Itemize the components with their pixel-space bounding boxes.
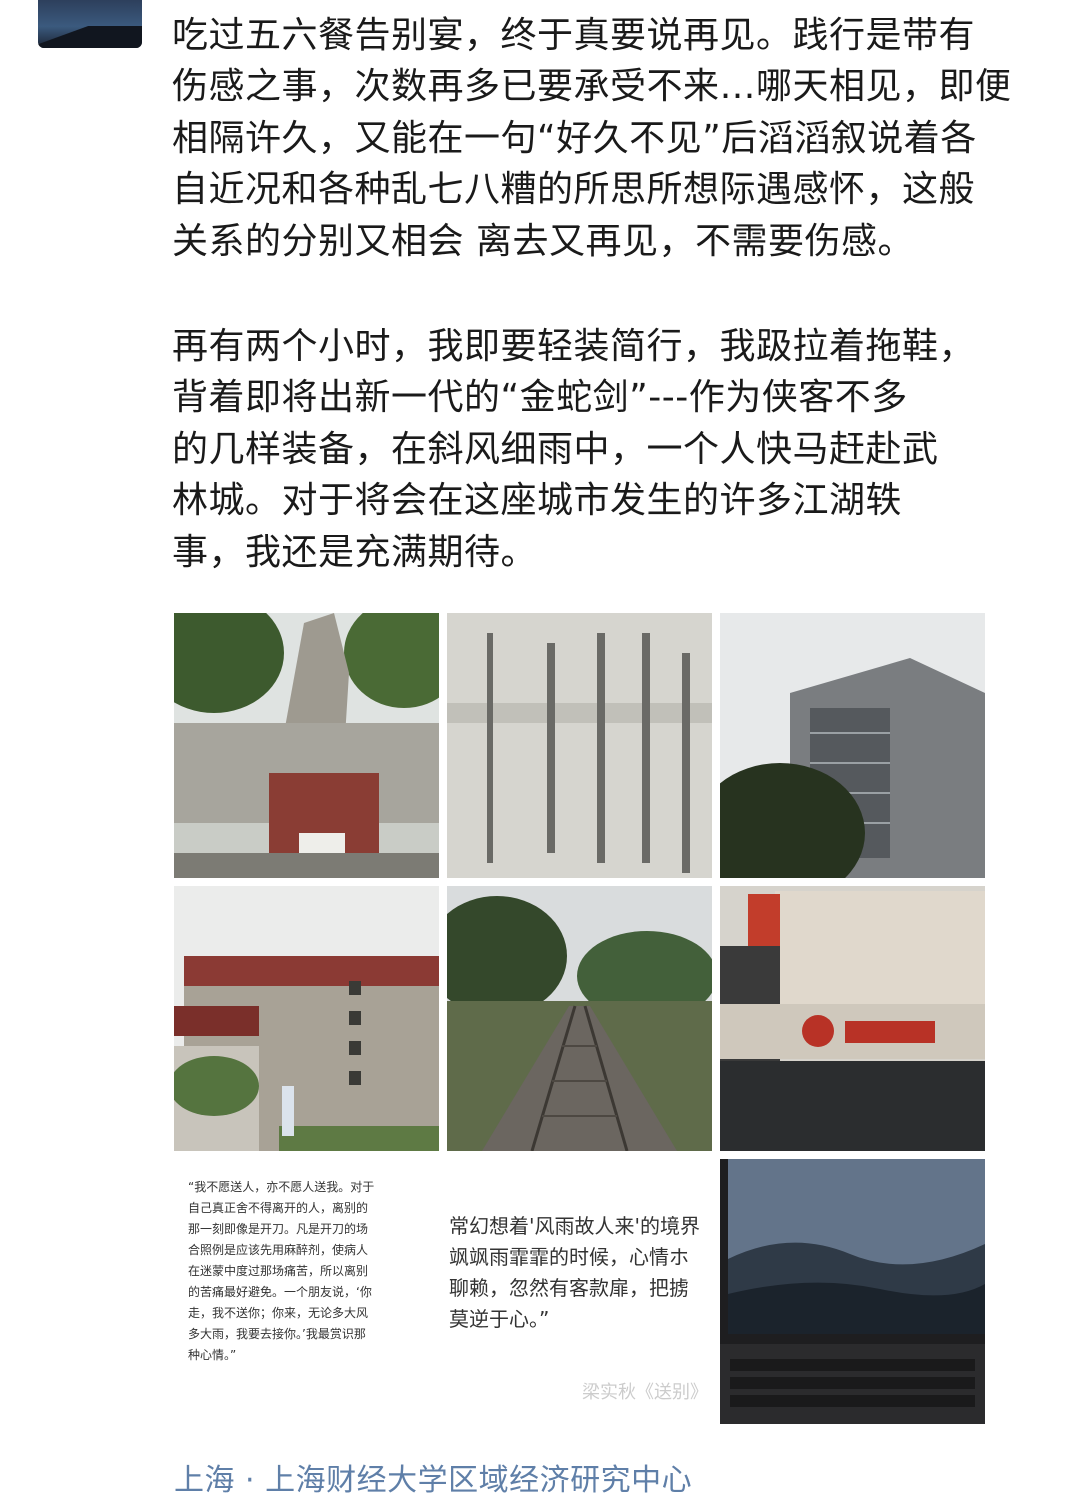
photo-building[interactable] xyxy=(720,613,985,878)
post-paragraph-1: 吃过五六餐告别宴，终于真要说再见。践行是带有 伤感之事，次数再多已要承受不来…哪… xyxy=(172,15,1012,262)
photo-inscription[interactable] xyxy=(447,613,712,878)
university-gate-image xyxy=(174,886,439,1151)
location-link[interactable]: 上海 · 上海财经大学区域经济研究中心 xyxy=(174,1455,692,1499)
photo-quote-1[interactable]: “我不愿送人，亦不愿人送我。对于 自己真正舍不得离开的人，离别的 那一刻即像是开… xyxy=(174,1159,439,1424)
photo-laptop[interactable] xyxy=(720,1159,985,1424)
post-text: 吃过五六餐告别宴，终于真要说再见。践行是带有 伤感之事，次数再多已要承受不来…哪… xyxy=(172,10,1052,578)
photo-grid: “我不愿送人，亦不愿人送我。对于 自己真正舍不得离开的人，离别的 那一刻即像是开… xyxy=(174,613,985,1424)
building-image xyxy=(720,613,985,878)
quote-2-text: 常幻想着'风雨故人来'的境界 飒飒雨霏霏的时候，心情ホ 聊赖，忽然有客款扉，把掳… xyxy=(449,1214,700,1331)
photo-street-shop[interactable] xyxy=(720,886,985,1151)
photo-monument[interactable] xyxy=(174,613,439,878)
laptop-image xyxy=(720,1159,985,1424)
photo-railway[interactable] xyxy=(447,886,712,1151)
street-shop-image xyxy=(720,886,985,1151)
quote-2-watermark: 梁实秋《送别》 xyxy=(582,1382,708,1403)
monument-image xyxy=(174,613,439,878)
avatar[interactable] xyxy=(38,0,142,48)
photo-quote-2[interactable]: 常幻想着'风雨故人来'的境界 飒飒雨霏霏的时候，心情ホ 聊赖，忽然有客款扉，把掳… xyxy=(447,1159,712,1424)
post-paragraph-2: 再有两个小时，我即要轻装简行，我趿拉着拖鞋， 背着即将出新一代的“金蛇剑”---… xyxy=(172,326,976,573)
photo-university-gate[interactable] xyxy=(174,886,439,1151)
railway-image xyxy=(447,886,712,1151)
quote-1-text: “我不愿送人，亦不愿人送我。对于 自己真正舍不得离开的人，离别的 那一刻即像是开… xyxy=(188,1180,375,1362)
inscription-image xyxy=(447,613,712,878)
